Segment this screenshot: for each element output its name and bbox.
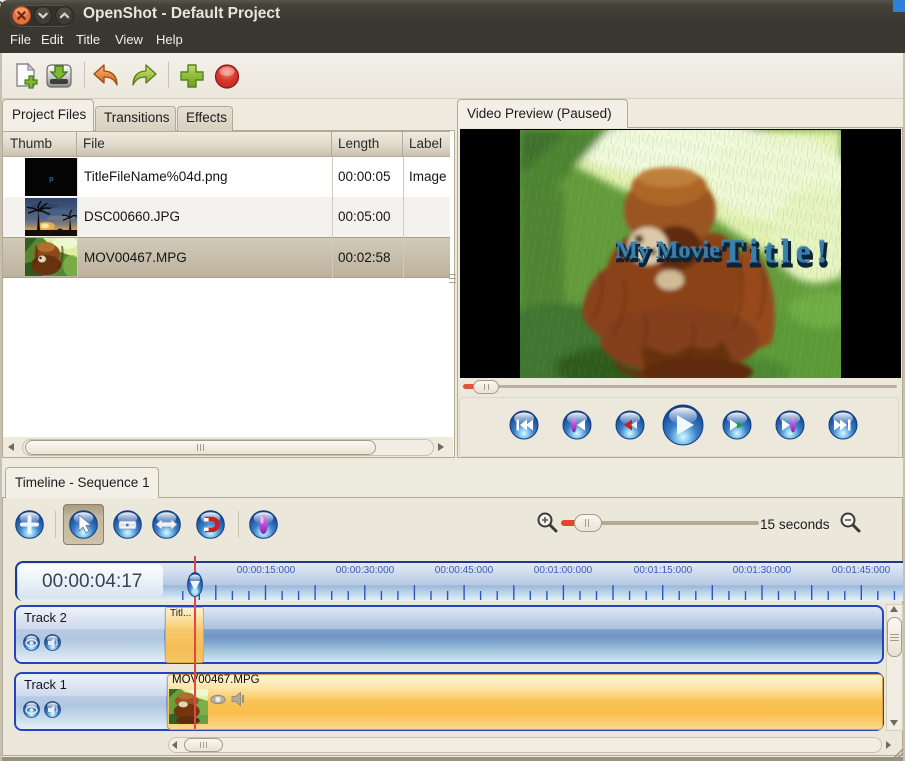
svg-text:p: p — [49, 176, 53, 183]
svg-text:Title!: Title! — [721, 233, 833, 270]
svg-text:My Movie: My Movie — [615, 237, 720, 263]
